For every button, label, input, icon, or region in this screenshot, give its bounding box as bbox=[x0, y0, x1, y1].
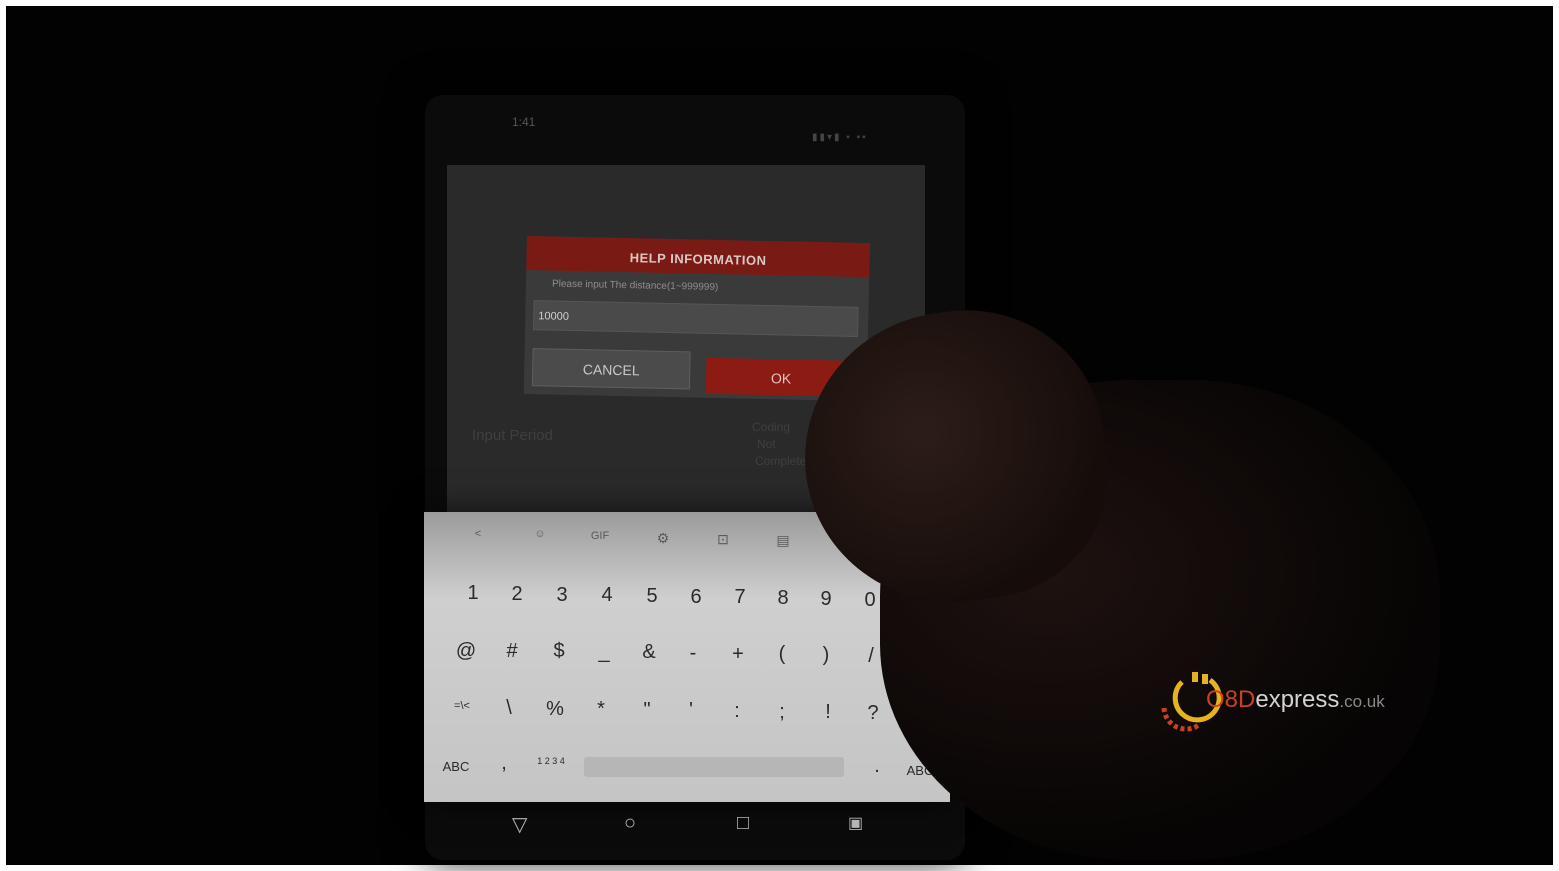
home-circle-icon[interactable]: ○ bbox=[624, 812, 636, 835]
watermark-tld: .co.uk bbox=[1339, 692, 1385, 711]
key-comma[interactable]: , bbox=[484, 752, 524, 775]
clipboard-icon[interactable]: ▤ bbox=[763, 532, 803, 549]
key-9[interactable]: 9 bbox=[806, 588, 846, 611]
key-dot[interactable]: . bbox=[857, 755, 897, 778]
watermark-express: express bbox=[1255, 686, 1340, 713]
key-2[interactable]: 2 bbox=[497, 583, 537, 606]
key-paren-close[interactable]: ) bbox=[806, 644, 846, 667]
input-period-label: Input Period bbox=[472, 427, 553, 444]
watermark-o: O bbox=[1206, 686, 1225, 713]
recents-square-icon[interactable]: □ bbox=[737, 812, 749, 835]
key-paren-open[interactable]: ( bbox=[762, 643, 802, 666]
distance-input[interactable]: 10000 bbox=[533, 300, 859, 337]
emoji-icon[interactable]: ☺ bbox=[520, 528, 560, 540]
key-underscore[interactable]: _ bbox=[584, 641, 624, 664]
key-double-quote[interactable]: " bbox=[627, 699, 667, 722]
key-3[interactable]: 3 bbox=[542, 584, 582, 607]
key-semicolon[interactable]: ; bbox=[762, 701, 802, 724]
key-single-quote[interactable]: ' bbox=[671, 699, 711, 722]
key-abc-left[interactable]: ABC bbox=[436, 759, 476, 774]
key-asterisk[interactable]: * bbox=[581, 698, 621, 721]
key-minus[interactable]: - bbox=[673, 642, 713, 665]
back-triangle-icon[interactable]: ▽ bbox=[512, 812, 527, 837]
key-4[interactable]: 4 bbox=[587, 584, 627, 607]
gif-button[interactable]: GIF bbox=[580, 530, 620, 542]
key-5[interactable]: 5 bbox=[632, 585, 672, 608]
key-dollar[interactable]: $ bbox=[539, 640, 579, 663]
status-line-1: Coding bbox=[752, 420, 791, 434]
cancel-button[interactable]: CANCEL bbox=[531, 348, 691, 390]
key-8[interactable]: 8 bbox=[763, 587, 803, 610]
key-question[interactable]: ? bbox=[853, 702, 893, 725]
key-backslash[interactable]: \ bbox=[489, 697, 529, 720]
key-1[interactable]: 1 bbox=[453, 582, 493, 605]
key-colon[interactable]: : bbox=[717, 700, 757, 723]
key-fraction[interactable]: 1 2 3 4 bbox=[531, 757, 571, 766]
watermark-8d: 8D bbox=[1224, 686, 1256, 713]
help-information-dialog: HELP INFORMATION Please input The distan… bbox=[523, 236, 870, 402]
screenshot-icon[interactable]: ▣ bbox=[848, 813, 863, 833]
settings-gear-icon[interactable]: ⚙ bbox=[643, 530, 683, 547]
key-6[interactable]: 6 bbox=[676, 586, 716, 609]
key-more-symbols-left[interactable]: =\< bbox=[442, 700, 482, 712]
status-line-2: Not bbox=[757, 437, 776, 451]
keyboard-layout-icon[interactable]: ⊡ bbox=[703, 531, 743, 548]
key-at[interactable]: @ bbox=[446, 640, 486, 663]
spacebar[interactable] bbox=[584, 757, 844, 777]
status-icons: ▮▮▾▮ ▪ ▪▪ bbox=[812, 132, 868, 143]
collapse-arrow-icon[interactable]: < bbox=[458, 528, 498, 540]
key-ampersand[interactable]: & bbox=[629, 641, 669, 664]
key-exclamation[interactable]: ! bbox=[808, 701, 848, 724]
key-7[interactable]: 7 bbox=[720, 586, 760, 609]
watermark-text: O8Dexpress.co.uk bbox=[1206, 686, 1385, 714]
key-hash[interactable]: # bbox=[492, 640, 532, 663]
status-time: 1:41 bbox=[512, 115, 536, 129]
key-plus[interactable]: + bbox=[718, 643, 758, 666]
key-percent[interactable]: % bbox=[535, 698, 575, 721]
